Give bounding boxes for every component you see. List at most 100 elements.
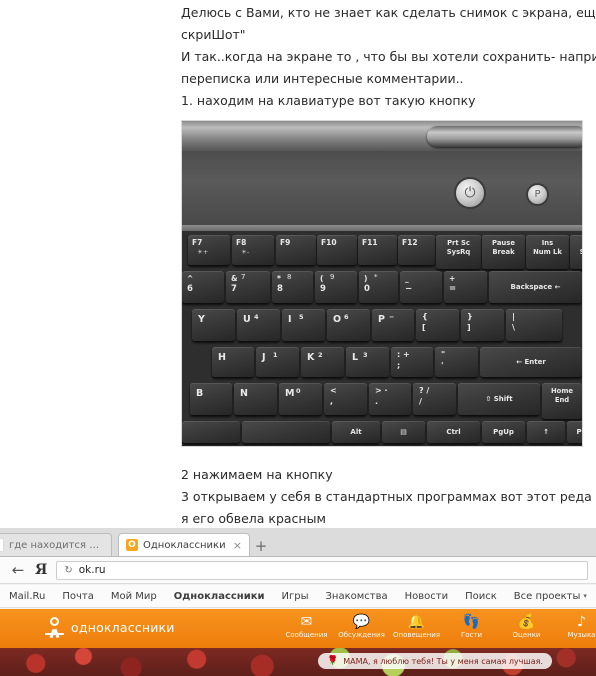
key-N: N <box>234 383 277 415</box>
key-sublabel: ☀+ <box>197 248 209 256</box>
key-Y: Y <box>192 309 235 341</box>
key-label: F10 <box>321 238 337 247</box>
new-tab-button[interactable]: + <box>252 537 270 555</box>
ok-nav-item-2[interactable]: 🔔 Оповещения <box>393 612 440 639</box>
keyboard-row-number-row: ^ 6 & 7 7 * 8 8(9 9) * 0 _ − + = Backspace ← <box>182 271 582 303</box>
key-I: I5 <box>282 309 325 341</box>
close-icon[interactable]: × <box>233 539 242 552</box>
key-label: ; <box>397 361 401 370</box>
key-del: DelScr Lk <box>570 235 582 269</box>
keyboard-row-function-row: F7 ☀+ F8 ☀- F9 F10 F11 F12 Prt Sc SysRq Pause Break… <box>182 235 582 269</box>
ok-nav-label: Музыка <box>567 631 596 639</box>
bookmark-item-4[interactable]: Игры <box>282 591 309 602</box>
ok-nav-item-0[interactable]: ✉ Сообщения <box>283 612 330 639</box>
bookmark-item-7[interactable]: Поиск <box>465 591 497 602</box>
chevron-down-icon[interactable]: ▾ <box>583 592 587 600</box>
key-numpad-label: 1 <box>273 351 278 359</box>
bookmark-label: Почта <box>62 590 94 602</box>
key-label: ] <box>467 323 471 332</box>
key-label: K <box>307 352 315 363</box>
promo-banner-text: МАМА, я люблю тебя! Ты у меня самая лучш… <box>343 656 543 666</box>
key-shift-label: > · <box>375 386 388 395</box>
key-symbol-3: <, <box>324 383 367 415</box>
laptop-hinge <box>427 126 582 147</box>
key-label: − <box>405 284 413 294</box>
bookmark-item-5[interactable]: Знакомства <box>326 591 388 602</box>
bookmark-item-8[interactable]: Все проекты ▾ <box>514 591 587 602</box>
promo-banner-image[interactable]: 🌹 МАМА, я люблю тебя! Ты у меня самая лу… <box>0 648 596 676</box>
key-symbol-5: " ' <box>435 347 478 377</box>
odnoklassniki-favicon: О <box>126 539 138 551</box>
key-label: 7 <box>231 284 237 294</box>
keyboard-row-top-letter-row: Y U 4 I 5 O 6 P −{[}] | \ <box>182 309 582 341</box>
back-arrow-icon[interactable]: ← <box>10 561 26 579</box>
key-label: F9 <box>280 238 291 247</box>
key-0: ) * 0 <box>359 271 398 303</box>
key-label: \ <box>512 323 515 332</box>
post-caption: 3 открываем у себя в стандартных програм… <box>181 489 592 504</box>
key-label: [ <box>422 323 426 332</box>
browser-tab-inactive[interactable]: Я где находится кнопк.. <box>0 533 112 556</box>
key-pgdn: PgDn <box>567 421 582 443</box>
key-label: ⇧ Shift <box>485 395 513 403</box>
keyboard-row-modifier-row: Alt ▤ Ctrl PgUp ↑ PgDn <box>182 421 582 443</box>
ok-nav-item-5[interactable]: ♪ Музыка <box>558 612 596 639</box>
key-label: Backspace ← <box>510 283 561 291</box>
key-label: F8 <box>236 238 247 247</box>
bookmark-item-6[interactable]: Новости <box>405 591 448 602</box>
keyboard-photo[interactable]: ⏻ P F7 ☀+ F8 ☀- F9 F10 F11 F12 Prt Sc SysRq Pause B… <box>182 121 582 446</box>
key-H: H <box>212 347 254 377</box>
key-label: Y <box>198 314 205 325</box>
key-numpad-label: 6 <box>344 313 349 321</box>
key-shift-label: | <box>512 312 515 321</box>
key-U: U4 <box>237 309 280 341</box>
key-shift-label: + <box>449 274 456 283</box>
key-symbol-6: }] <box>461 309 504 341</box>
yandex-logo-icon[interactable]: Я <box>35 562 47 578</box>
ok-nav-item-1[interactable]: 💬 Обсуждения <box>338 612 385 639</box>
key-label: ▤ <box>400 428 407 436</box>
key-L: L3 <box>346 347 389 377</box>
key-J: J1 <box>256 347 299 377</box>
key-label-top: Prt Sc <box>447 239 470 247</box>
key-label: 6 <box>187 284 193 294</box>
bookmark-item-2[interactable]: Мой Мир <box>111 591 157 602</box>
ok-nav-icon: ♪ <box>577 614 586 630</box>
key-shift-label: " <box>441 350 446 359</box>
key-label: J <box>262 352 266 363</box>
bookmark-item-3[interactable]: Одноклассники <box>174 591 265 602</box>
tab-title: Одноклассники <box>143 539 226 551</box>
bookmark-label: Все проекты <box>513 590 581 602</box>
key-label: , <box>330 397 334 406</box>
bookmark-label: Mail.Ru <box>9 590 46 602</box>
key-F7: F7 ☀+ <box>188 235 230 265</box>
browser-tab-active[interactable]: О Одноклассники × <box>118 533 250 556</box>
ok-nav-label: Гости <box>460 631 483 639</box>
address-bar[interactable]: ↻ ok.ru <box>56 560 588 580</box>
key-label-top: Pause <box>492 239 515 247</box>
key-label: . <box>375 397 379 406</box>
key-alt-label: 9 <box>330 273 335 281</box>
post-line: 1. находим на клавиатуре вот такую кнопк… <box>181 93 476 108</box>
browser-tab-strip: Я где находится кнопк.. О Одноклассники … <box>0 528 596 557</box>
key-shift-label: { <box>422 312 428 321</box>
ok-nav-item-4[interactable]: 💰 Оценки <box>503 612 550 639</box>
odnoklassniki-brand[interactable]: одноклассники <box>45 617 175 639</box>
key-label-bottom: End <box>554 396 570 404</box>
key-shift-label: < <box>330 386 337 395</box>
reload-icon[interactable]: ↻ <box>64 565 72 576</box>
ok-nav-label: Оповещения <box>393 631 441 639</box>
key-alt-label: * <box>374 273 378 281</box>
promo-banner-caption[interactable]: 🌹 МАМА, я люблю тебя! Ты у меня самая лу… <box>318 653 552 669</box>
key-label: 0 <box>364 284 370 294</box>
key-prt-sc: Prt Sc SysRq <box>436 235 481 269</box>
key-label: ' <box>441 361 444 370</box>
key-label: L <box>352 352 359 363</box>
key-numpad-label: − <box>389 313 395 321</box>
key-label-bottom: Num Lk <box>533 248 562 256</box>
key-7: & 7 7 <box>226 271 270 303</box>
ok-nav-item-3[interactable]: 👣 Гости <box>448 612 495 639</box>
post-caption: я его обвела красным <box>181 511 326 526</box>
bookmark-item-1[interactable]: Почта <box>62 591 94 602</box>
bookmark-item-0[interactable]: Mail.Ru <box>9 591 45 602</box>
